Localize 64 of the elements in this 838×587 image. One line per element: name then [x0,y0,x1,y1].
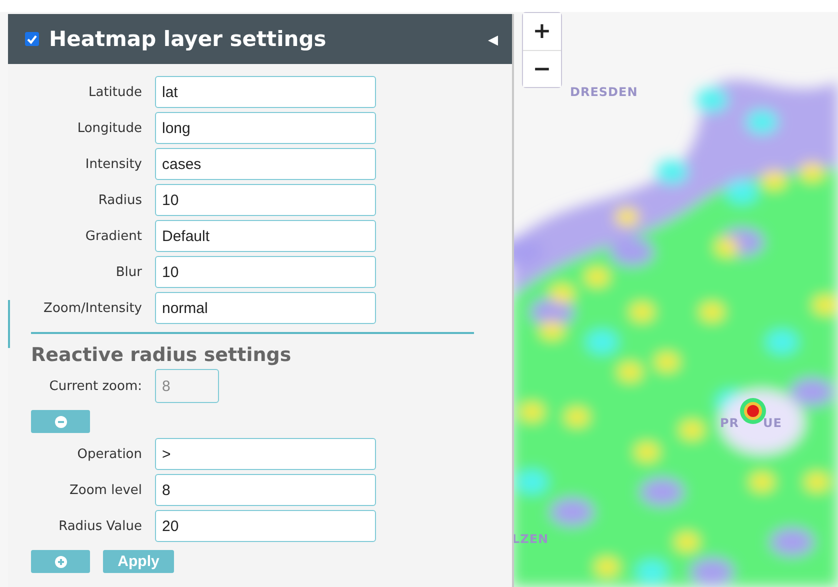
heat-spot [550,498,594,526]
map-label: DRESDEN [570,85,638,99]
text-field[interactable]: 10 [155,184,376,216]
heat-spot [640,478,684,506]
heat-spot [805,473,829,491]
text-field[interactable]: cases [155,148,376,180]
field-label: Current zoom: [48,378,143,394]
heat-spot [690,558,734,586]
section-title: Reactive radius settings [31,344,292,366]
add-button[interactable] [31,550,90,573]
heat-spot [762,171,786,189]
heat-spot [675,533,699,551]
heat-spot [655,353,679,371]
heat-spot [656,160,688,184]
field-label: Gradient [84,228,143,244]
heat-spot [585,268,609,286]
field-label: Radius Value [58,518,143,534]
heat-spot [696,88,728,112]
text-field[interactable]: 20 [155,510,376,542]
heat-spot [520,403,544,421]
minus-circle-icon [54,416,66,428]
map-label: PR [720,416,740,430]
heat-spot [813,296,837,314]
heat-spot [770,528,814,556]
hotspot-marker [740,398,766,424]
plus-circle-icon [54,556,66,568]
heat-spot [615,208,639,226]
heat-spot [680,421,704,439]
field-label: Blur [114,264,143,280]
text-field[interactable]: Default [155,220,376,252]
zoom-out-button[interactable]: − [523,50,561,87]
field-label: Intensity [84,156,143,172]
text-field[interactable]: > [155,438,376,470]
field-label: Zoom/Intensity [42,300,143,316]
heat-spot [750,473,774,491]
remove-button[interactable] [31,410,90,433]
heat-spot [700,303,724,321]
field-label: Operation [76,446,143,462]
text-field[interactable]: 10 [155,256,376,288]
text-field[interactable]: normal [155,292,376,324]
collapse-button[interactable]: ◀ [488,32,498,46]
heat-spot [586,330,618,354]
heat-spot [516,470,548,494]
map-label: UE [763,416,782,430]
heat-spot [630,303,654,321]
field-label: Radius [97,192,143,208]
heat-spot [636,560,668,584]
heat-spot [746,110,778,134]
field-label: Latitude [87,84,143,100]
heat-spot [635,443,659,461]
text-field[interactable]: long [155,112,376,144]
heat-spot [800,163,824,181]
heat-spot [726,180,758,204]
field-label: Zoom level [68,482,143,498]
text-field[interactable]: lat [155,76,376,108]
field-label: Longitude [76,120,143,136]
text-field[interactable]: 8 [155,474,376,506]
panel-title: Heatmap layer settings [49,27,328,51]
heat-spot [610,238,654,266]
heat-spot [766,330,798,354]
heat-spot [595,558,619,576]
heat-spot [565,408,589,426]
layer-checkbox[interactable] [25,32,39,46]
heat-spot [618,363,642,381]
